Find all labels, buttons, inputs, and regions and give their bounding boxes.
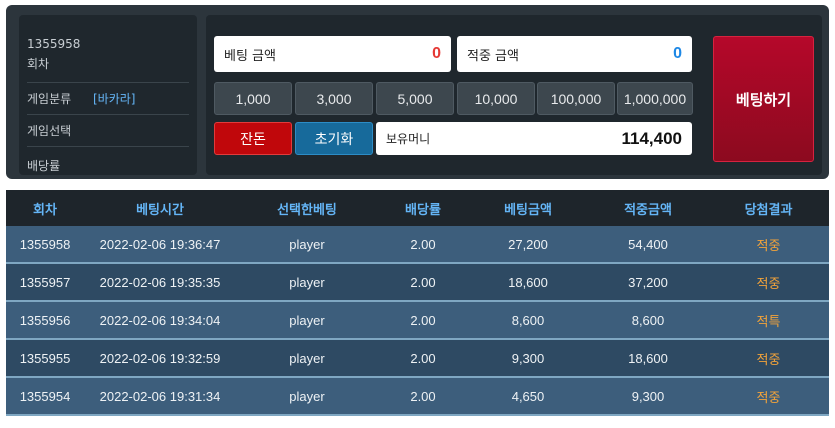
cell-selection: player (289, 350, 325, 366)
column-header: 선택한베팅 (277, 202, 337, 218)
cell-result: 적중 (756, 238, 781, 254)
cell-round: 1355957 (19, 274, 71, 290)
cell-bet-amount: 18,600 (508, 274, 548, 290)
odds-label: 배당률 (27, 159, 61, 173)
cell-win-amount: 9,300 (631, 388, 665, 404)
cell-round: 1355956 (19, 312, 71, 328)
table-row: 1355958 2022-02-06 19:36:47 player 2.00 … (6, 226, 829, 264)
cell-selection: player (289, 236, 325, 252)
cell-win-amount: 8,600 (631, 312, 665, 328)
chip-5000-button[interactable]: 5,000 (376, 82, 454, 115)
place-bet-button[interactable]: 베팅하기 (713, 36, 814, 162)
category-row: 게임분류 [바카라] (27, 83, 189, 115)
table-row: 1355955 2022-02-06 19:32:59 player 2.00 … (6, 340, 829, 378)
win-amount-value: 0 (673, 45, 682, 62)
table-row: 1355956 2022-02-06 19:34:04 player 2.00 … (6, 302, 829, 340)
balance-label: 보유머니 (386, 132, 431, 146)
bet-history-table: 회차 베팅시간 선택한베팅 배당률 베팅금액 적중금액 당첨결과 1355958… (6, 190, 829, 416)
bet-controls: 베팅 금액 0 적중 금액 0 1,000 3,000 5,000 10,000… (206, 15, 822, 175)
cell-bet-time: 2022-02-06 19:36:47 (99, 236, 221, 252)
game-info-box: 1355958 회차 게임분류 [바카라] 게임선택 배당률 (19, 15, 197, 175)
cell-round: 1355954 (19, 388, 71, 404)
game-select-label: 게임선택 (27, 124, 72, 138)
category-value: [바카라] (93, 92, 136, 106)
cell-odds: 2.00 (410, 274, 436, 290)
cell-selection: player (289, 388, 325, 404)
cell-odds: 2.00 (410, 350, 436, 366)
cell-bet-amount: 27,200 (508, 236, 548, 252)
bet-amount-field: 베팅 금액 0 (214, 36, 451, 72)
cell-round: 1355955 (19, 350, 71, 366)
column-header: 베팅금액 (504, 202, 552, 218)
balance-field: 보유머니 114,400 (376, 122, 692, 155)
column-header: 베팅시간 (136, 202, 184, 218)
cell-round: 1355958 (19, 236, 71, 252)
table-row: 1355957 2022-02-06 19:35:35 player 2.00 … (6, 264, 829, 302)
cell-bet-amount: 9,300 (511, 350, 545, 366)
betting-panel: 1355958 회차 게임분류 [바카라] 게임선택 배당률 베팅 금액 0 적… (6, 5, 829, 179)
cell-win-amount: 54,400 (628, 236, 668, 252)
odds-row: 배당률 (27, 147, 189, 175)
column-header: 배당률 (405, 202, 441, 218)
cell-result: 적특 (756, 314, 781, 330)
cell-result: 적중 (756, 390, 781, 406)
cell-odds: 2.00 (410, 312, 436, 328)
round-row: 1355958 회차 (27, 37, 189, 83)
cell-win-amount: 37,200 (628, 274, 668, 290)
chip-1000-button[interactable]: 1,000 (214, 82, 292, 115)
table-row: 1355954 2022-02-06 19:31:34 player 2.00 … (6, 378, 829, 416)
game-select-row: 게임선택 (27, 115, 189, 147)
cell-bet-amount: 4,650 (511, 388, 545, 404)
cell-bet-time: 2022-02-06 19:34:04 (99, 312, 221, 328)
balance-value: 114,400 (621, 128, 682, 148)
bet-amount-label: 베팅 금액 (224, 48, 276, 64)
cell-bet-time: 2022-02-06 19:31:34 (99, 388, 221, 404)
column-header: 적중금액 (624, 202, 672, 218)
column-header: 회차 (33, 202, 57, 218)
category-label: 게임분류 (27, 92, 72, 106)
cell-selection: player (289, 274, 325, 290)
cell-bet-time: 2022-02-06 19:32:59 (99, 350, 221, 366)
chip-3000-button[interactable]: 3,000 (295, 82, 373, 115)
win-amount-label: 적중 금액 (467, 48, 519, 64)
chip-1000000-button[interactable]: 1,000,000 (617, 82, 693, 115)
column-header: 당첨결과 (744, 202, 793, 218)
round-label: 회차 (27, 57, 50, 71)
round-number: 1355958 (27, 37, 81, 51)
cell-result: 적중 (756, 276, 781, 292)
cell-win-amount: 18,600 (628, 350, 668, 366)
cell-odds: 2.00 (410, 236, 436, 252)
chip-10000-button[interactable]: 10,000 (457, 82, 535, 115)
cell-selection: player (289, 312, 325, 328)
reset-button[interactable]: 초기화 (295, 122, 373, 155)
cell-odds: 2.00 (410, 388, 436, 404)
bet-amount-value: 0 (432, 45, 441, 62)
cell-result: 적중 (756, 352, 781, 368)
table-header: 회차 베팅시간 선택한베팅 배당률 베팅금액 적중금액 당첨결과 (6, 190, 829, 226)
cell-bet-time: 2022-02-06 19:35:35 (99, 274, 221, 290)
change-button[interactable]: 잔돈 (214, 122, 292, 155)
win-amount-field: 적중 금액 0 (457, 36, 692, 72)
chip-100000-button[interactable]: 100,000 (537, 82, 615, 115)
cell-bet-amount: 8,600 (511, 312, 545, 328)
